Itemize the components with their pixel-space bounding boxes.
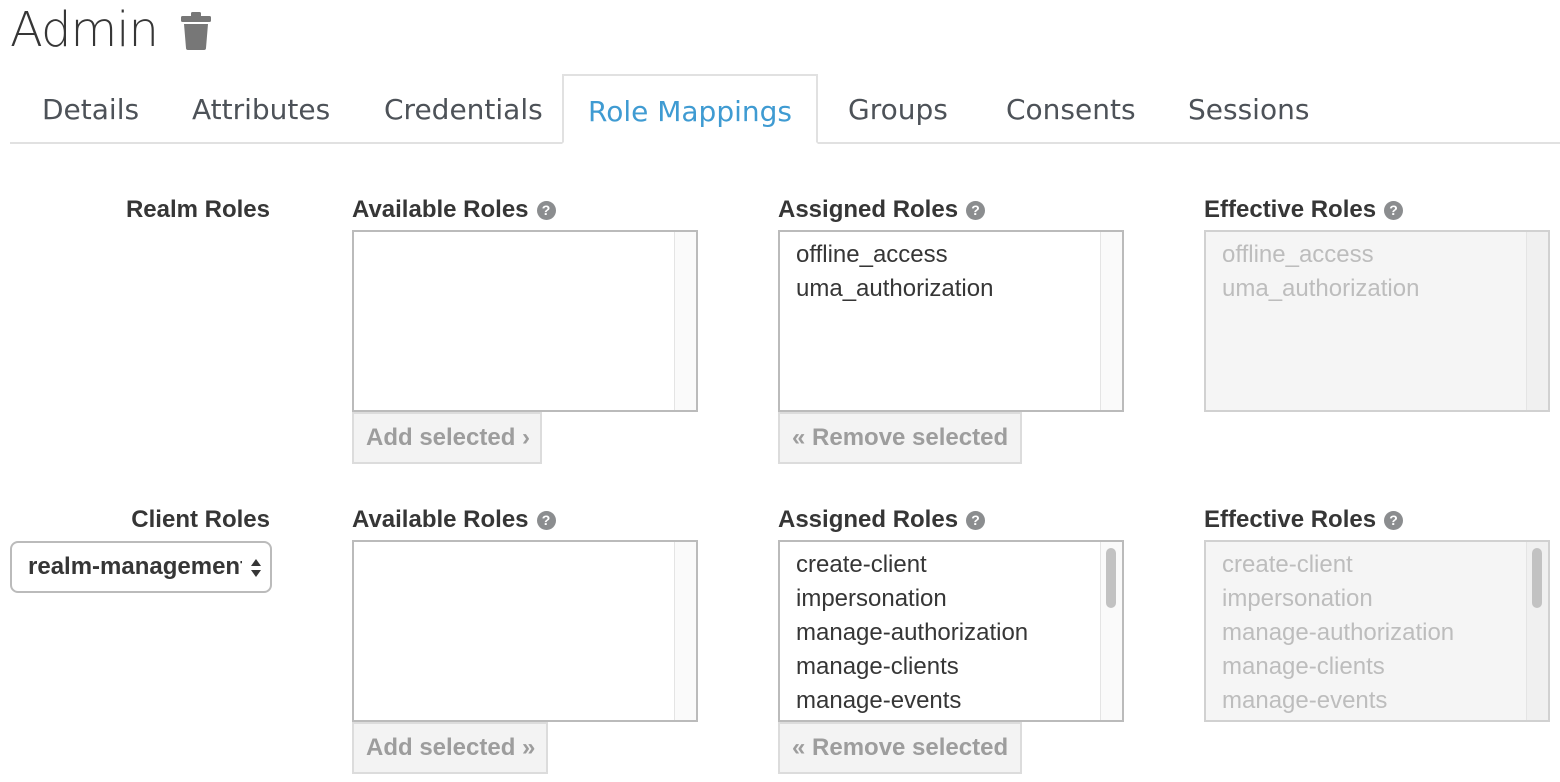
question-circle-icon[interactable]: ? [1384, 201, 1404, 220]
question-circle-icon[interactable]: ? [966, 511, 986, 530]
list-item[interactable]: manage-events [796, 684, 1028, 718]
client-assigned-roles-text: Assigned Roles [778, 506, 959, 533]
client-available-roles-list[interactable] [352, 540, 698, 722]
realm-effective-roles-list: offline_access uma_authorization [1204, 230, 1550, 412]
page-title: Admin [10, 2, 159, 58]
client-available-roles-label: Available Roles? [352, 506, 556, 534]
tab-attributes[interactable]: Attributes [192, 74, 330, 144]
question-circle-icon[interactable]: ? [536, 511, 556, 530]
question-circle-icon[interactable]: ? [1384, 511, 1404, 530]
scrollbar-thumb[interactable] [1532, 548, 1542, 608]
client-add-selected-button[interactable]: Add selected » [352, 722, 548, 774]
tab-bar: Details Attributes Credentials Role Mapp… [10, 74, 1560, 144]
tab-groups[interactable]: Groups [848, 74, 948, 144]
scrollbar[interactable] [1526, 542, 1548, 720]
list-item: manage-events [1222, 687, 1388, 714]
list-item[interactable]: manage-clients [796, 650, 1028, 684]
tab-sessions[interactable]: Sessions [1188, 74, 1309, 144]
scrollbar[interactable] [1100, 232, 1122, 410]
client-available-roles-text: Available Roles [352, 506, 529, 533]
scrollbar [1526, 232, 1548, 410]
client-effective-roles-list: create-client impersonation manage-autho… [1204, 540, 1550, 722]
tab-consents[interactable]: Consents [1006, 74, 1136, 144]
realm-available-roles-list[interactable] [352, 230, 698, 412]
list-item: create-client [1222, 551, 1353, 578]
realm-assigned-roles-text: Assigned Roles [778, 196, 959, 223]
question-circle-icon[interactable]: ? [966, 201, 986, 220]
sort-arrows-icon [251, 559, 261, 577]
list-item: manage-clients [1222, 653, 1385, 680]
client-select[interactable]: realm-management [10, 541, 272, 593]
realm-add-selected-button[interactable]: Add selected › [352, 412, 542, 464]
realm-effective-roles-label: Effective Roles? [1204, 196, 1404, 224]
client-effective-roles-label: Effective Roles? [1204, 506, 1404, 534]
scrollbar-thumb[interactable] [1106, 548, 1116, 608]
client-remove-selected-button[interactable]: « Remove selected [778, 722, 1022, 774]
realm-roles-label: Realm Roles [125, 196, 270, 223]
tab-details[interactable]: Details [42, 74, 139, 144]
client-select-value: realm-management [28, 553, 242, 580]
list-item[interactable]: manage-authorization [796, 616, 1028, 650]
list-item: manage-authorization [1222, 619, 1455, 646]
list-item[interactable]: offline_access [796, 238, 993, 272]
realm-available-roles-label: Available Roles? [352, 196, 556, 224]
realm-available-roles-text: Available Roles [352, 196, 529, 223]
list-item[interactable]: create-client [796, 548, 1028, 582]
realm-remove-selected-button[interactable]: « Remove selected [778, 412, 1022, 464]
realm-assigned-roles-label: Assigned Roles? [778, 196, 986, 224]
scrollbar[interactable] [674, 232, 696, 410]
client-assigned-roles-label: Assigned Roles? [778, 506, 986, 534]
scrollbar[interactable] [1100, 542, 1122, 720]
realm-assigned-roles-list[interactable]: offline_access uma_authorization [778, 230, 1124, 412]
client-roles-label: Client Roles [131, 506, 270, 533]
client-effective-roles-text: Effective Roles [1204, 506, 1377, 533]
list-item: impersonation [1222, 585, 1373, 612]
trash-icon[interactable] [180, 12, 212, 50]
tab-credentials[interactable]: Credentials [384, 74, 543, 144]
realm-effective-roles-text: Effective Roles [1204, 196, 1377, 223]
client-assigned-roles-list[interactable]: create-client impersonation manage-autho… [778, 540, 1124, 722]
list-item[interactable]: uma_authorization [796, 272, 993, 306]
list-item: uma_authorization [1222, 275, 1420, 302]
tab-role-mappings[interactable]: Role Mappings [562, 74, 818, 144]
list-item: offline_access [1222, 241, 1374, 268]
scrollbar[interactable] [674, 542, 696, 720]
list-item[interactable]: impersonation [796, 582, 1028, 616]
question-circle-icon[interactable]: ? [536, 201, 556, 220]
